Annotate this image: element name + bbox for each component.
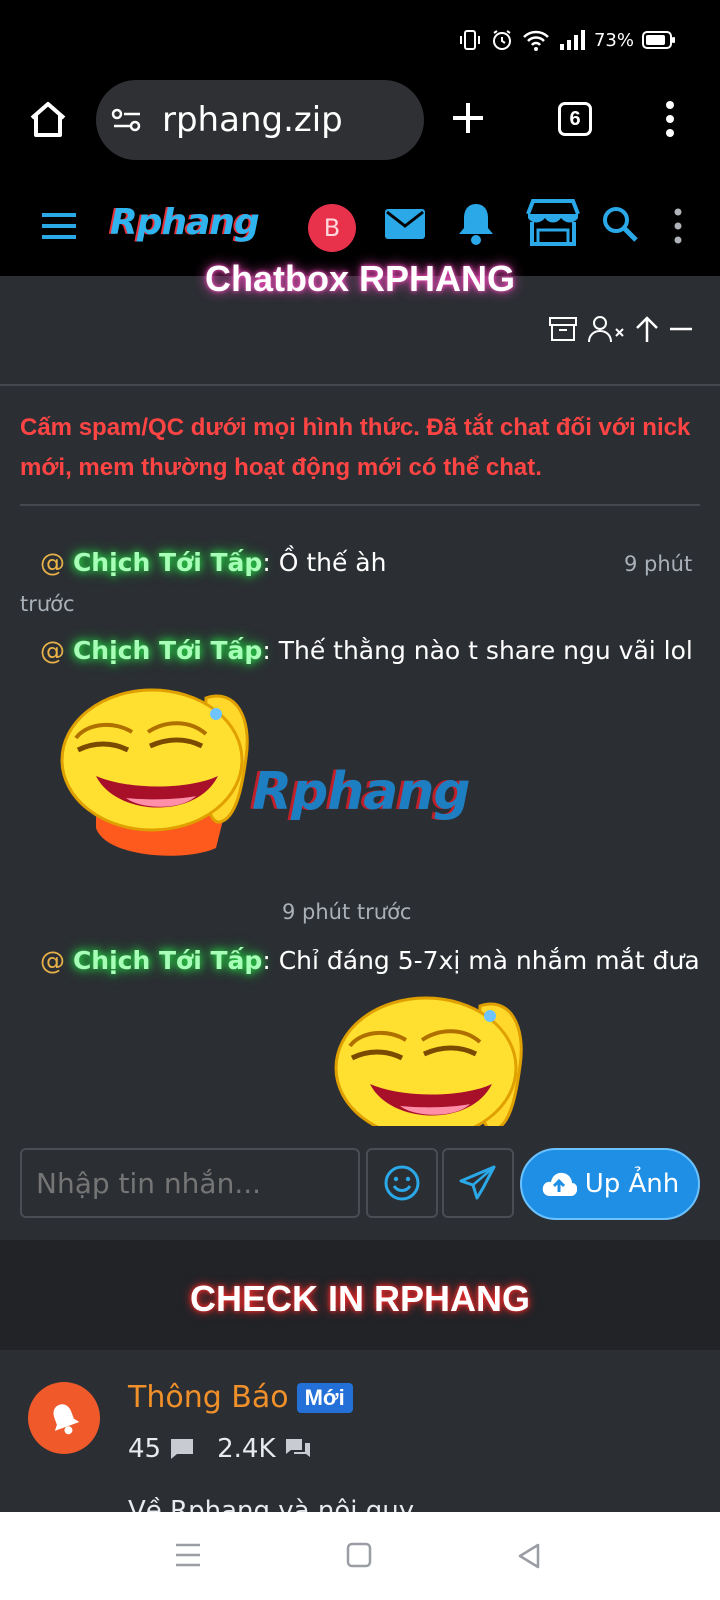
message-text: Chỉ đáng 5-7xị mà nhắm mắt đưa bbox=[270, 946, 700, 975]
recents-button[interactable] bbox=[174, 1542, 202, 1573]
send-button[interactable] bbox=[442, 1148, 514, 1218]
more-vert-icon bbox=[666, 101, 674, 137]
address-bar[interactable]: rphang.zip bbox=[96, 80, 424, 160]
tab-count: 6 bbox=[569, 107, 581, 130]
message-time-cont: trước bbox=[20, 592, 75, 616]
forum-stats: 45 2.4K bbox=[128, 1434, 312, 1464]
browser-menu-button[interactable] bbox=[662, 100, 678, 138]
rphang-watermark: Rphang bbox=[252, 762, 471, 822]
message-separator: : bbox=[262, 548, 271, 577]
minimize-icon[interactable] bbox=[668, 314, 694, 344]
mail-icon bbox=[385, 209, 425, 239]
signal-icon bbox=[559, 30, 585, 50]
arrow-up-icon[interactable] bbox=[634, 314, 660, 344]
paper-plane-icon bbox=[459, 1165, 496, 1200]
ignore-user-icon[interactable] bbox=[586, 314, 626, 344]
chat-rules-notice: Cấm spam/QC dưới mọi hình thức. Đã tắt c… bbox=[20, 414, 691, 481]
avatar[interactable]: B bbox=[308, 204, 356, 252]
forum-node-icon-wrap[interactable] bbox=[28, 1382, 100, 1454]
status-clock: 17:50 bbox=[48, 30, 115, 56]
smiley-icon bbox=[384, 1165, 420, 1201]
shop-button[interactable] bbox=[524, 198, 582, 248]
chatbox-title: Chatbox RPHANG bbox=[204, 258, 515, 299]
archive-icon[interactable] bbox=[548, 315, 578, 343]
new-badge: Mới bbox=[296, 1382, 353, 1413]
back-button[interactable] bbox=[516, 1542, 542, 1575]
url-text: rphang.zip bbox=[162, 100, 343, 140]
alerts-button[interactable] bbox=[456, 200, 496, 246]
upload-label: Up Ảnh bbox=[584, 1169, 680, 1199]
new-tab-button[interactable] bbox=[450, 100, 486, 136]
chat-message: @ Chịch Tới Tấp: Ồ thế àh bbox=[40, 548, 386, 577]
chat-username[interactable]: Chịch Tới Tấp bbox=[73, 548, 262, 577]
chat-message-input[interactable] bbox=[20, 1148, 360, 1218]
alarm-icon bbox=[492, 30, 511, 50]
sticker-time: 9 phút trước bbox=[282, 900, 412, 924]
post-count: 2.4K bbox=[217, 1434, 276, 1464]
pepe-sticker-icon bbox=[334, 996, 523, 1126]
search-button[interactable] bbox=[602, 206, 638, 242]
status-icons: 73% bbox=[458, 28, 676, 52]
chat-username[interactable]: Chịch Tới Tấp bbox=[73, 946, 262, 975]
comment-icon bbox=[171, 1439, 194, 1459]
back-triangle-icon bbox=[518, 1543, 540, 1569]
site-logo[interactable]: Rphang bbox=[110, 202, 260, 243]
wifi-icon bbox=[523, 30, 549, 51]
site-settings-icon bbox=[111, 108, 141, 132]
menu-lines-icon bbox=[176, 1543, 200, 1567]
menu-icon bbox=[42, 213, 76, 239]
plus-icon bbox=[453, 103, 483, 133]
comments-icon bbox=[285, 1439, 310, 1457]
divider bbox=[20, 504, 700, 506]
message-time: 9 phút bbox=[624, 552, 693, 576]
checkin-title[interactable]: CHECK IN RPHANG bbox=[0, 1278, 720, 1320]
home-button[interactable] bbox=[26, 98, 70, 142]
home-nav-button[interactable] bbox=[346, 1542, 372, 1573]
vibrate-icon bbox=[459, 30, 480, 50]
mention-at[interactable]: @ bbox=[40, 636, 65, 665]
forum-title-row: Thông Báo Mới bbox=[128, 1380, 353, 1415]
forum-latest-text: Về Rphang và nội quy... bbox=[128, 1496, 436, 1512]
battery-percent: 73% bbox=[593, 29, 634, 51]
avatar-letter: B bbox=[323, 214, 341, 242]
mention-at[interactable]: @ bbox=[40, 946, 65, 975]
forum-latest-preview[interactable]: Về Rphang và nội quy... bbox=[128, 1488, 628, 1512]
upload-image-button[interactable]: Up Ảnh bbox=[520, 1148, 700, 1220]
square-icon bbox=[346, 1542, 372, 1568]
site-menu-button[interactable] bbox=[672, 208, 684, 244]
message-separator: : bbox=[262, 636, 271, 665]
store-icon bbox=[526, 199, 580, 246]
pepe-sticker-icon bbox=[60, 688, 249, 856]
chat-message: @ Chịch Tới Tấp: Chỉ đáng 5-7xị mà nhắm … bbox=[40, 946, 700, 975]
more-vert-icon bbox=[674, 208, 682, 244]
emoji-button[interactable] bbox=[366, 1148, 438, 1218]
mention-at[interactable]: @ bbox=[40, 548, 65, 577]
sticker-image[interactable] bbox=[330, 986, 530, 1126]
divider bbox=[0, 384, 720, 386]
bell-icon bbox=[459, 204, 493, 245]
inbox-button[interactable] bbox=[383, 206, 427, 242]
chat-message: @ Chịch Tới Tấp: Thế thằng nào t share n… bbox=[40, 636, 693, 665]
message-text: Thế thằng nào t share ngu vãi lol bbox=[270, 636, 693, 665]
hamburger-button[interactable] bbox=[40, 212, 78, 240]
cloud-upload-icon bbox=[542, 1172, 577, 1196]
thread-count: 45 bbox=[128, 1434, 162, 1464]
forum-title[interactable]: Thông Báo bbox=[128, 1380, 289, 1415]
home-icon bbox=[30, 102, 66, 137]
battery-icon bbox=[642, 31, 675, 49]
bell-icon bbox=[53, 1404, 80, 1435]
chat-username[interactable]: Chịch Tới Tấp bbox=[73, 636, 262, 665]
message-text: Ồ thế àh bbox=[270, 548, 387, 577]
tab-switcher-button[interactable]: 6 bbox=[558, 102, 592, 136]
message-separator: : bbox=[262, 946, 271, 975]
sticker-image[interactable] bbox=[56, 678, 256, 862]
search-icon bbox=[603, 207, 638, 242]
chatbox-tools bbox=[548, 314, 694, 344]
